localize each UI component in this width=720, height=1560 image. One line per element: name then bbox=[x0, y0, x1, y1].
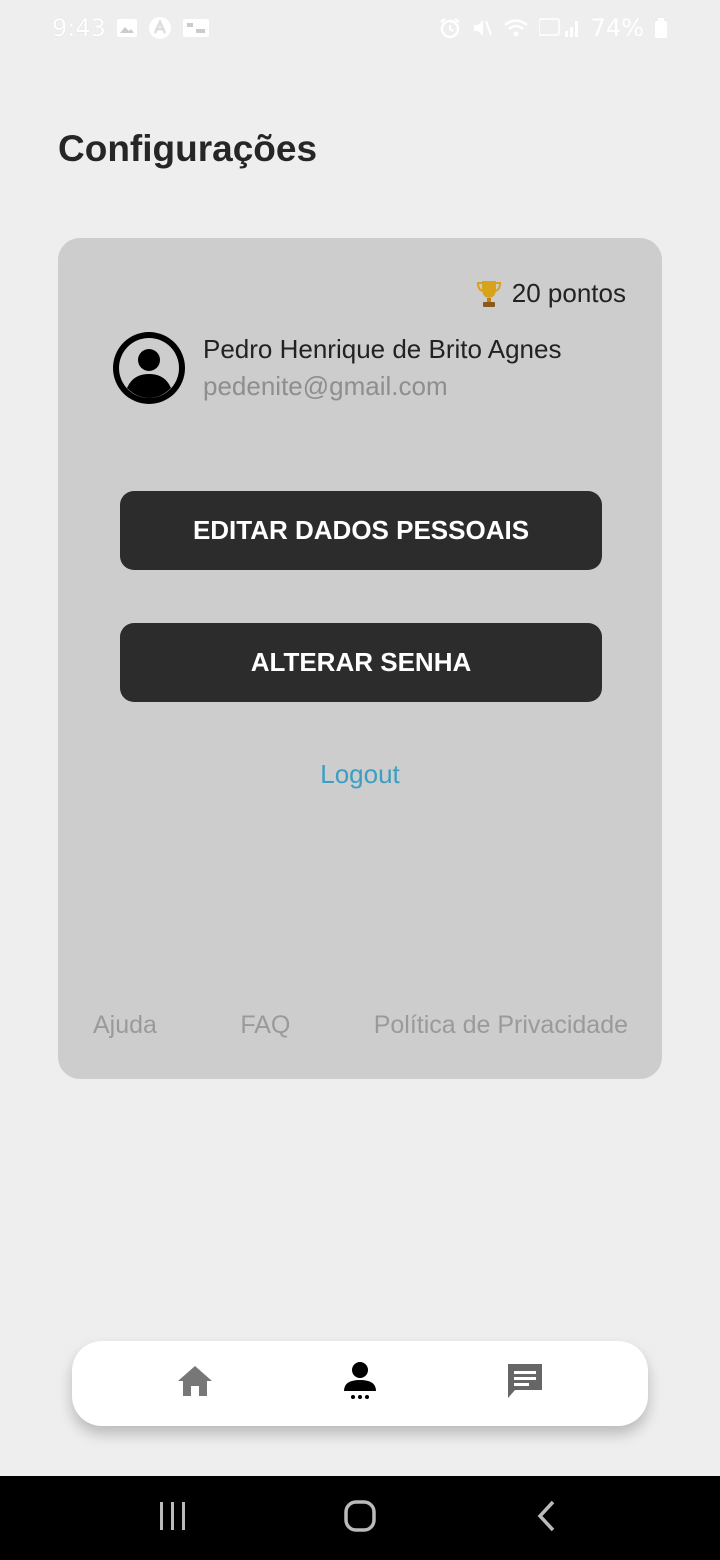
person-icon bbox=[342, 1361, 378, 1406]
nav-home[interactable] bbox=[165, 1354, 225, 1414]
back-chevron-icon bbox=[535, 1499, 559, 1538]
status-left: 9:43 bbox=[52, 14, 210, 42]
points-text: 20 pontos bbox=[511, 278, 626, 308]
back-button[interactable] bbox=[517, 1488, 577, 1548]
faq-link[interactable]: FAQ bbox=[240, 1011, 290, 1040]
recent-apps-button[interactable] bbox=[143, 1488, 203, 1548]
profile-info: Pedro Henrique de Brito Agnes pedenite@g… bbox=[113, 332, 561, 404]
wifi-icon bbox=[503, 17, 529, 39]
settings-screen: 9:43 74% Configurações 20 pontos Pedro H… bbox=[0, 0, 720, 1560]
avatar-icon bbox=[113, 332, 185, 404]
home-circle-icon bbox=[343, 1499, 377, 1538]
profile-card: 20 pontos Pedro Henrique de Brito Agnes … bbox=[58, 238, 662, 1079]
app-logo-icon bbox=[148, 16, 172, 40]
logout-link[interactable]: Logout bbox=[58, 759, 662, 790]
status-time: 9:43 bbox=[52, 14, 106, 42]
bottom-navigation bbox=[72, 1341, 648, 1426]
points-badge: 20 pontos bbox=[476, 278, 626, 309]
nav-profile[interactable] bbox=[330, 1354, 390, 1414]
home-icon bbox=[176, 1364, 214, 1403]
battery-percentage: 74% bbox=[590, 14, 644, 42]
help-link[interactable]: Ajuda bbox=[93, 1011, 157, 1040]
system-navigation-bar bbox=[0, 1476, 720, 1560]
change-password-button[interactable]: ALTERAR SENHA bbox=[120, 623, 602, 702]
signal-icon bbox=[538, 17, 581, 39]
battery-icon bbox=[654, 17, 668, 39]
alarm-icon bbox=[439, 17, 461, 39]
edit-personal-data-button[interactable]: EDITAR DADOS PESSOAIS bbox=[120, 491, 602, 570]
page-title: Configurações bbox=[58, 128, 318, 169]
gif-icon bbox=[182, 17, 210, 39]
status-right: 74% bbox=[439, 14, 668, 42]
profile-name: Pedro Henrique de Brito Agnes bbox=[203, 334, 562, 364]
trophy-icon bbox=[476, 279, 502, 309]
nav-messages[interactable] bbox=[495, 1354, 555, 1414]
profile-email: pedenite@gmail.com bbox=[203, 371, 448, 401]
profile-text: Pedro Henrique de Brito Agnes pedenite@g… bbox=[203, 334, 561, 402]
status-bar: 9:43 74% bbox=[0, 0, 720, 56]
chat-icon bbox=[506, 1362, 544, 1405]
home-system-button[interactable] bbox=[330, 1488, 390, 1548]
footer-links: Ajuda FAQ Política de Privacidade bbox=[93, 1011, 628, 1040]
privacy-policy-link[interactable]: Política de Privacidade bbox=[374, 1011, 628, 1040]
mute-icon bbox=[471, 17, 493, 39]
recent-apps-icon bbox=[157, 1501, 189, 1536]
gallery-icon bbox=[116, 17, 138, 39]
